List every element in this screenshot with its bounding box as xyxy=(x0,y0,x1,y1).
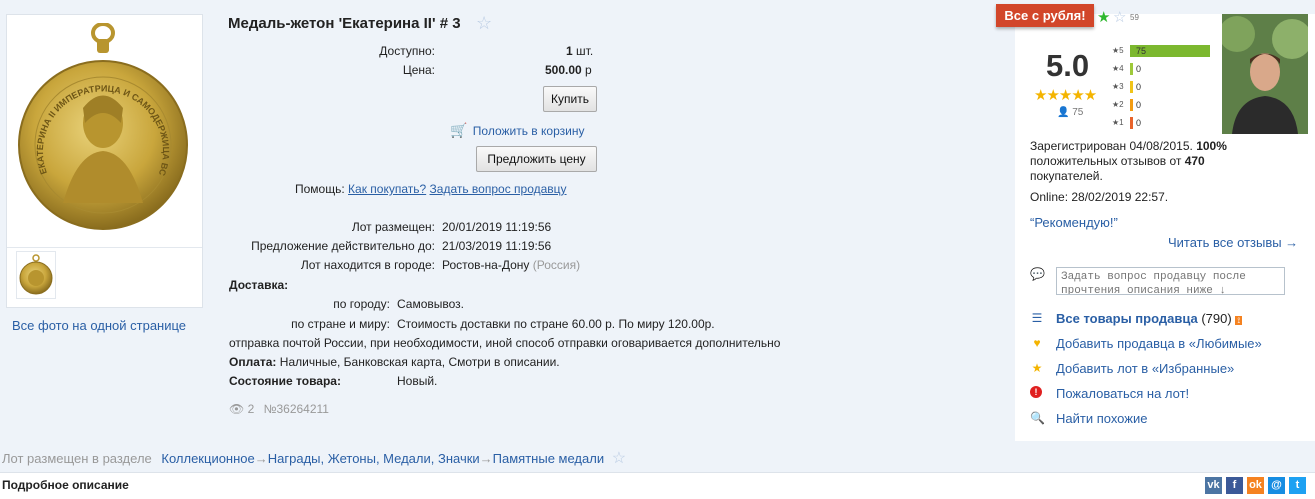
rating-bar xyxy=(1130,81,1133,93)
read-all-reviews-link[interactable]: Читать все отзывы → xyxy=(1168,235,1298,250)
recommend-link[interactable]: “Рекомендую!” xyxy=(1030,215,1118,230)
seller-rating: 5.0 xyxy=(1046,48,1090,83)
lot-stats: 👁 2 №36264211 xyxy=(229,402,329,416)
rating-bar-value: 75 xyxy=(1136,46,1147,56)
star-icon: ★ xyxy=(1031,361,1043,375)
city-delivery-value: Самовывоз. xyxy=(397,297,465,311)
heart-icon: ♥ xyxy=(1033,336,1041,350)
all-goods-count: (790) xyxy=(1201,311,1232,326)
offer-price-button[interactable]: Предложить цену xyxy=(476,146,597,172)
rating-bar xyxy=(1130,117,1133,129)
rating-bar-label: ★2 xyxy=(1112,100,1124,109)
green-star-icon: ★ xyxy=(1097,9,1111,26)
description-title: Подробное описание xyxy=(2,478,129,492)
search-icon: 🔍 xyxy=(1030,411,1045,425)
list-icon: ☰ xyxy=(1031,311,1043,325)
facebook-share-icon[interactable]: f xyxy=(1226,477,1243,494)
rating-bar-label: ★4 xyxy=(1112,64,1124,73)
lot-title: Медаль-жетон 'Екатерина II' # 3 xyxy=(228,15,461,32)
condition-value: Новый. xyxy=(397,374,438,388)
photo-thumbnail[interactable] xyxy=(16,251,56,299)
complain-link[interactable]: Пожаловаться на лот! xyxy=(1056,386,1189,401)
delivery-note: отправка почтой России, при необходимост… xyxy=(229,336,781,350)
valid-until-value: 21/03/2019 11:19:56 xyxy=(442,239,552,253)
breadcrumb-item[interactable]: Памятные медали xyxy=(493,451,604,466)
vk-share-icon[interactable]: vk xyxy=(1205,477,1222,494)
all-photos-link[interactable]: Все фото на одной странице xyxy=(12,318,186,333)
breadcrumb-item[interactable]: Коллекционное xyxy=(161,451,254,466)
help-label: Помощь: xyxy=(295,182,345,196)
rating-bar-label: ★3 xyxy=(1112,82,1124,91)
views-count: 2 xyxy=(247,402,255,416)
payment-row: Оплата: Наличные, Банковская карта, Смот… xyxy=(229,355,560,369)
placed-label: Лот размещен: xyxy=(351,220,435,234)
rss-icon[interactable]: ⟟ xyxy=(1235,316,1243,325)
available-label: Доступно: xyxy=(379,44,435,58)
rating-bar-value: 0 xyxy=(1136,118,1142,128)
rating-bar-value: 0 xyxy=(1136,100,1142,110)
price-label: Цена: xyxy=(402,63,435,77)
world-delivery-value: Стоимость доставки по стране 60.00 р. По… xyxy=(397,317,715,331)
rating-bar-value: 0 xyxy=(1136,64,1142,74)
rating-bar-label: ★5 xyxy=(1112,46,1124,55)
odnoklassniki-share-icon[interactable]: ok xyxy=(1247,477,1264,494)
category-favorite-star-icon[interactable]: ☆ xyxy=(612,450,626,467)
reviews-count: 👤 75 xyxy=(1057,107,1084,118)
breadcrumb: Лот размещен в разделе Коллекционное→Наг… xyxy=(2,450,627,467)
world-delivery-label: по стране и миру: xyxy=(291,317,390,331)
available-value: 1 шт. xyxy=(566,44,594,58)
main-photo[interactable]: ЕКАТЕРИНА II ИМПЕРАТРИЦА И САМОДЕРЖИЦА В… xyxy=(17,23,189,245)
seller-favorite-star-icon[interactable]: ☆ xyxy=(1113,8,1126,26)
breadcrumb-item[interactable]: Награды, Жетоны, Медали, Значки xyxy=(268,451,480,466)
valid-until-label: Предложение действительно до: xyxy=(251,239,435,253)
mail-share-icon[interactable]: @ xyxy=(1268,477,1285,494)
rating-bar-value: 0 xyxy=(1136,82,1142,92)
how-to-buy-link[interactable]: Как покупать? xyxy=(348,182,426,196)
rating-stars: ★★★★★ xyxy=(1034,87,1097,104)
all-goods-link[interactable]: Все товары продавца xyxy=(1056,311,1198,326)
alert-icon: ! xyxy=(1030,386,1042,398)
feedback-small-count: 59 xyxy=(1130,13,1139,22)
help-row: Помощь: Как покупать? Задать вопрос прод… xyxy=(295,182,567,196)
user-icon: 👤 xyxy=(1057,107,1070,118)
city-delivery-label: по городу: xyxy=(333,297,390,311)
buy-button[interactable]: Купить xyxy=(543,86,597,112)
add-favorite-seller-link[interactable]: Добавить продавца в «Любимые» xyxy=(1056,336,1262,351)
add-to-cart-link[interactable]: Положить в корзину xyxy=(473,124,585,138)
ask-seller-input[interactable] xyxy=(1056,267,1285,295)
find-similar-link[interactable]: Найти похожие xyxy=(1056,411,1147,426)
eye-icon: 👁 xyxy=(229,402,245,416)
registration-info: Зарегистрирован 04/08/2015. 100% положит… xyxy=(1030,139,1227,183)
rating-bar xyxy=(1130,99,1133,111)
add-to-cart[interactable]: 🛒 Положить в корзину xyxy=(450,122,584,139)
ask-seller-link[interactable]: Задать вопрос продавцу xyxy=(430,182,567,196)
online-status: Online: 28/02/2019 22:57. xyxy=(1030,190,1169,204)
favorite-star-icon[interactable]: ☆ xyxy=(476,13,492,34)
description-header xyxy=(0,472,1315,499)
rating-bar xyxy=(1130,63,1133,75)
city-value: Ростов-на-Дону (Россия) xyxy=(442,258,581,272)
add-favorite-lot-link[interactable]: Добавить лот в «Избранные» xyxy=(1056,361,1234,376)
twitter-share-icon[interactable]: t xyxy=(1289,477,1306,494)
chat-icon: 💬 xyxy=(1030,267,1045,281)
breadcrumb-prefix: Лот размещен в разделе xyxy=(2,451,152,466)
seller-avatar[interactable] xyxy=(1222,14,1308,134)
lot-number: №36264211 xyxy=(263,402,329,416)
rating-bar-label: ★1 xyxy=(1112,118,1124,127)
condition-label: Состояние товара: xyxy=(229,374,341,388)
photo-gallery: ЕКАТЕРИНА II ИМПЕРАТРИЦА И САМОДЕРЖИЦА В… xyxy=(6,14,203,308)
city-label: Лот находится в городе: xyxy=(300,258,435,272)
price-value: 500.00 р xyxy=(545,63,592,77)
from-one-ruble-badge[interactable]: Все с рубля! xyxy=(996,4,1094,27)
placed-value: 20/01/2019 11:19:56 xyxy=(442,220,552,234)
cart-icon: 🛒 xyxy=(450,122,468,138)
delivery-heading: Доставка: xyxy=(229,278,289,292)
